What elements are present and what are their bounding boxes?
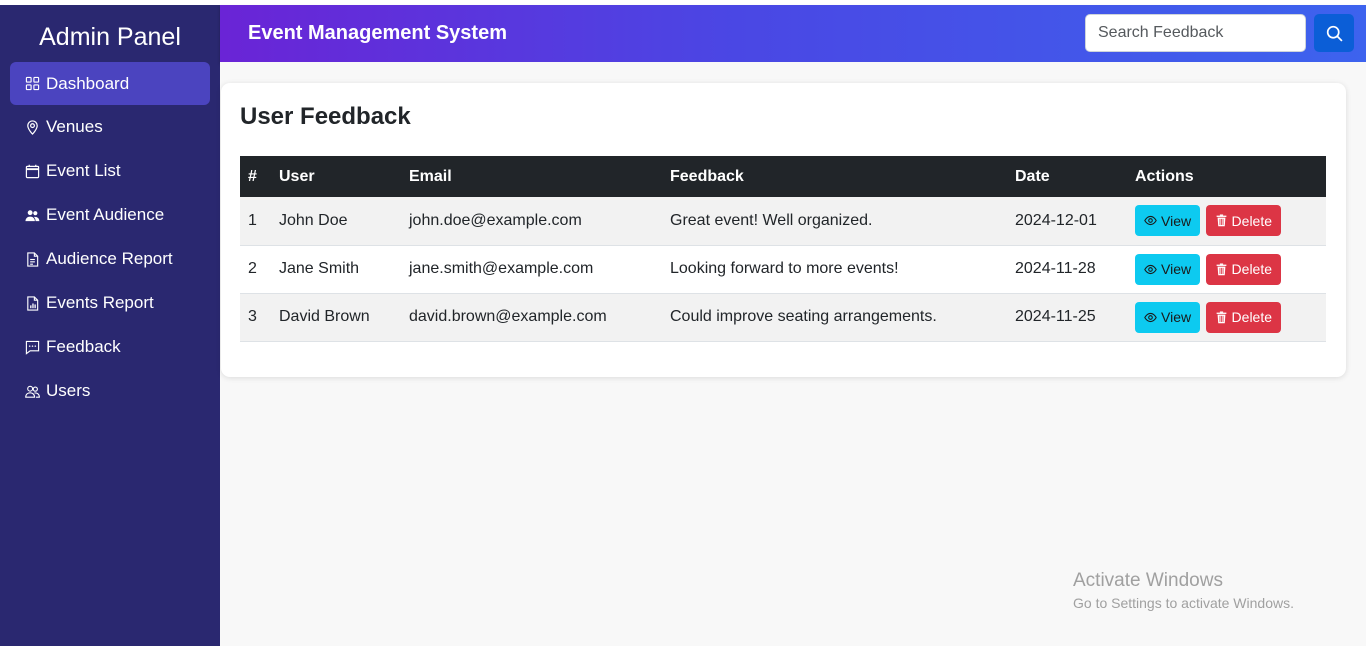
column-header-number: # bbox=[248, 167, 257, 185]
row-date: 2024-11-25 bbox=[1015, 308, 1096, 325]
row-actions: View Delete bbox=[1127, 245, 1326, 293]
sidebar-item-label: Venues bbox=[46, 117, 103, 136]
column-header-date: Date bbox=[1015, 167, 1050, 185]
row-feedback: Looking forward to more events! bbox=[670, 260, 899, 277]
activate-windows-watermark: Activate Windows Go to Settings to activ… bbox=[1073, 570, 1294, 611]
view-button[interactable]: View bbox=[1135, 253, 1201, 285]
bar-chart-file-icon bbox=[25, 295, 40, 311]
users-icon bbox=[25, 384, 40, 399]
sidebar-item-venues[interactable]: Venues bbox=[10, 105, 210, 149]
sidebar-item-events-report[interactable]: Events Report bbox=[10, 281, 210, 325]
sidebar-title: Admin Panel bbox=[39, 23, 181, 51]
delete-button-label: Delete bbox=[1231, 212, 1273, 229]
row-email: david.brown@example.com bbox=[409, 308, 607, 325]
feedback-table: # User Email Feedback Date Actions 1 Joh… bbox=[240, 156, 1326, 342]
row-email: jane.smith@example.com bbox=[409, 260, 594, 277]
row-user: John Doe bbox=[279, 211, 348, 229]
column-header-feedback: Feedback bbox=[670, 167, 744, 185]
row-number: 1 bbox=[248, 211, 257, 229]
sidebar-item-feedback[interactable]: Feedback bbox=[10, 325, 210, 369]
search-input[interactable] bbox=[1085, 14, 1306, 52]
row-actions: View Delete bbox=[1127, 293, 1326, 341]
top-header: Event Management System bbox=[220, 5, 1366, 62]
column-header-user: User bbox=[279, 167, 315, 185]
row-number: 3 bbox=[248, 308, 257, 325]
column-header-email: Email bbox=[409, 167, 452, 185]
sidebar-item-event-list[interactable]: Event List bbox=[10, 149, 210, 193]
watermark-title: Activate Windows bbox=[1073, 570, 1223, 591]
trash-icon bbox=[1216, 310, 1226, 323]
watermark-subtitle: Go to Settings to activate Windows. bbox=[1073, 595, 1294, 611]
sidebar-item-event-audience[interactable]: Event Audience bbox=[10, 193, 210, 237]
row-feedback: Could improve seating arrangements. bbox=[670, 308, 937, 325]
feedback-card: User Feedback # User Email Feedback Date… bbox=[221, 83, 1346, 377]
sidebar-item-dashboard[interactable]: Dashboard bbox=[10, 62, 210, 105]
row-number: 2 bbox=[248, 260, 257, 277]
view-button-label: View bbox=[1161, 212, 1192, 229]
view-button[interactable]: View bbox=[1135, 205, 1201, 237]
search-button[interactable] bbox=[1314, 14, 1354, 52]
delete-button[interactable]: Delete bbox=[1205, 301, 1282, 333]
view-button[interactable]: View bbox=[1135, 301, 1201, 333]
document-icon bbox=[25, 251, 40, 267]
table-header-row: # User Email Feedback Date Actions bbox=[240, 156, 1326, 197]
eye-icon bbox=[1144, 264, 1157, 274]
sidebar-item-label: Event Audience bbox=[46, 205, 165, 224]
sidebar-item-label: Event List bbox=[46, 161, 121, 180]
eye-icon bbox=[1144, 216, 1157, 226]
row-user: David Brown bbox=[279, 308, 370, 325]
main-content: User Feedback # User Email Feedback Date… bbox=[220, 62, 1366, 646]
table-row: 2 Jane Smith jane.smith@example.com Look… bbox=[240, 245, 1326, 293]
row-date: 2024-12-01 bbox=[1015, 211, 1097, 229]
sidebar: Admin Panel Dashboard Venues Event List bbox=[0, 5, 220, 646]
trash-icon bbox=[1216, 262, 1226, 275]
table-row: 3 David Brown david.brown@example.com Co… bbox=[240, 293, 1326, 341]
row-user: Jane Smith bbox=[279, 260, 360, 277]
sidebar-item-label: Users bbox=[46, 381, 91, 400]
column-header-actions: Actions bbox=[1135, 167, 1194, 185]
sidebar-item-users[interactable]: Users bbox=[10, 369, 210, 413]
sidebar-item-label: Events Report bbox=[46, 293, 154, 312]
sidebar-item-label: Feedback bbox=[46, 337, 121, 356]
row-feedback: Great event! Well organized. bbox=[670, 211, 873, 229]
sidebar-item-label: Dashboard bbox=[46, 73, 130, 93]
calendar-icon bbox=[25, 164, 40, 179]
chat-dots-icon bbox=[25, 340, 40, 355]
delete-button[interactable]: Delete bbox=[1205, 253, 1282, 285]
row-actions: View Delete bbox=[1127, 197, 1326, 245]
delete-button[interactable]: Delete bbox=[1205, 205, 1282, 237]
app-title: Event Management System bbox=[248, 22, 507, 44]
eye-icon bbox=[1144, 312, 1157, 322]
delete-button-label: Delete bbox=[1231, 309, 1273, 325]
search-icon bbox=[1326, 25, 1343, 42]
sidebar-item-audience-report[interactable]: Audience Report bbox=[10, 237, 210, 281]
people-icon bbox=[25, 208, 40, 223]
page-title: User Feedback bbox=[240, 103, 411, 130]
sidebar-item-label: Audience Report bbox=[46, 249, 173, 268]
table-row: 1 John Doe john.doe@example.com Great ev… bbox=[240, 197, 1326, 245]
app-window: Admin Panel Dashboard Venues Event List bbox=[0, 0, 1366, 646]
view-button-label: View bbox=[1161, 261, 1192, 277]
trash-icon bbox=[1216, 214, 1226, 227]
view-button-label: View bbox=[1161, 309, 1192, 325]
delete-button-label: Delete bbox=[1231, 261, 1273, 277]
row-date: 2024-11-28 bbox=[1015, 260, 1096, 277]
sidebar-nav: Dashboard Venues Event List Event Audien… bbox=[10, 62, 210, 413]
row-email: john.doe@example.com bbox=[409, 211, 582, 229]
grid-icon bbox=[25, 76, 40, 91]
map-pin-icon bbox=[25, 119, 40, 135]
